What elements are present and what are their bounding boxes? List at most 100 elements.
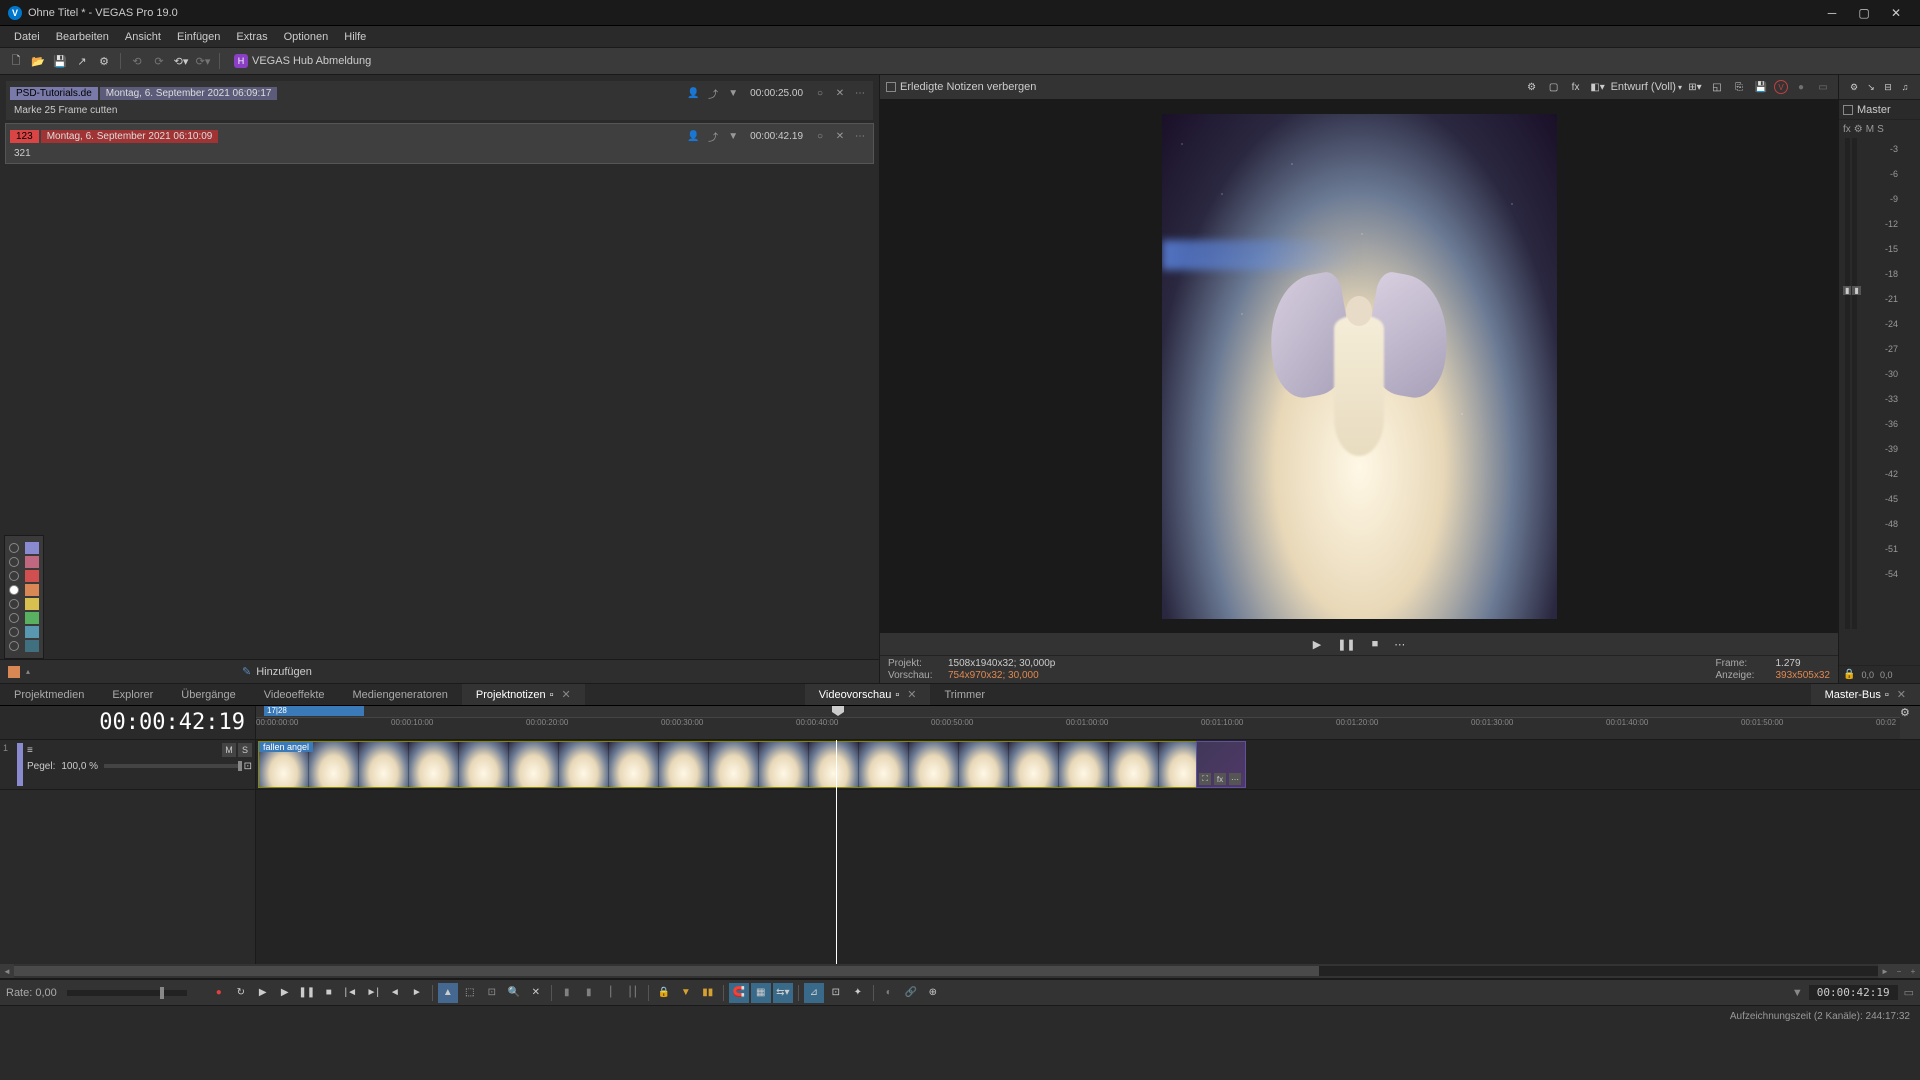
- go-end-button[interactable]: ►|: [363, 983, 383, 1003]
- menu-optionen[interactable]: Optionen: [276, 29, 337, 45]
- meter-gear-icon[interactable]: ⚙: [1847, 80, 1861, 94]
- region-button[interactable]: ▮▮: [698, 983, 718, 1003]
- track-fx-icon[interactable]: ⊡: [244, 761, 252, 772]
- preview-fx-icon[interactable]: fx: [1567, 78, 1585, 96]
- meter-out-icon[interactable]: ⊟: [1881, 80, 1895, 94]
- tab-explorer[interactable]: Explorer: [98, 684, 167, 705]
- ignore-event-button[interactable]: ⊡: [826, 983, 846, 1003]
- next-frame-button[interactable]: ►: [407, 983, 427, 1003]
- tab-projektnotizen[interactable]: Projektnotizen ▫✕: [462, 684, 585, 705]
- note-marker-icon[interactable]: ▼: [724, 84, 742, 102]
- record-button[interactable]: ●: [209, 983, 229, 1003]
- color-option-radio[interactable]: [9, 599, 19, 609]
- note-link-icon[interactable]: ⤴: [704, 84, 722, 102]
- close-button[interactable]: ✕: [1880, 3, 1912, 23]
- lock-button[interactable]: 🔒: [654, 983, 674, 1003]
- preview-save-icon[interactable]: 💾: [1752, 78, 1770, 96]
- open-project-icon[interactable]: 📂: [28, 51, 48, 71]
- note-delete-icon[interactable]: ✕: [831, 127, 849, 145]
- color-swatch[interactable]: [25, 626, 39, 638]
- flag-icon[interactable]: ▼: [1792, 987, 1803, 999]
- color-option-radio[interactable]: [9, 585, 19, 595]
- tab-mediengeneratoren[interactable]: Mediengeneratoren: [339, 684, 462, 705]
- maximize-button[interactable]: ▢: [1848, 3, 1880, 23]
- meter-scale[interactable]: ▮▮ -3-6-9-12-15-18-21-24-27-30-33-36-39-…: [1839, 138, 1920, 665]
- pin-icon[interactable]: ▫: [550, 689, 554, 701]
- rate-slider-knob[interactable]: [160, 987, 164, 999]
- color-dropdown-icon[interactable]: ▴: [26, 667, 30, 676]
- meter-mute-btn[interactable]: M: [1866, 124, 1874, 135]
- meter-mixer-icon[interactable]: ♫: [1898, 80, 1912, 94]
- color-option-radio[interactable]: [9, 557, 19, 567]
- minimize-button[interactable]: ─: [1816, 3, 1848, 23]
- rate-slider[interactable]: [67, 990, 187, 996]
- meter-fx-btn[interactable]: fx: [1843, 124, 1851, 135]
- menu-einfuegen[interactable]: Einfügen: [169, 29, 228, 45]
- note-user-icon[interactable]: 👤: [684, 127, 702, 145]
- color-option-radio[interactable]: [9, 627, 19, 637]
- preview-quality-dropdown[interactable]: Entwurf (Voll) ▾: [1611, 81, 1682, 93]
- preview-extra-icon[interactable]: ▭: [1814, 78, 1832, 96]
- tab-close-icon[interactable]: ✕: [562, 688, 571, 701]
- selection-tool[interactable]: ⬚: [460, 983, 480, 1003]
- pause-button[interactable]: ❚❚: [297, 983, 317, 1003]
- scrollbar-thumb[interactable]: [14, 966, 1319, 976]
- quantize-button[interactable]: ▦: [751, 983, 771, 1003]
- add-note-button[interactable]: ✎ Hinzufügen: [242, 665, 312, 678]
- color-swatch[interactable]: [25, 612, 39, 624]
- note-link-icon[interactable]: ⤴: [704, 127, 722, 145]
- menu-datei[interactable]: Datei: [6, 29, 48, 45]
- scroll-right-icon[interactable]: ►: [1878, 964, 1892, 978]
- tab-videoeffekte[interactable]: Videoeffekte: [250, 684, 339, 705]
- properties-icon[interactable]: ⚙: [94, 51, 114, 71]
- track-lanes[interactable]: fallen angel ⛶ fx ⋯: [256, 740, 1920, 964]
- layout-icon[interactable]: ▭: [1904, 986, 1914, 999]
- pin-icon[interactable]: ▫: [895, 689, 899, 701]
- play-button[interactable]: ▶: [275, 983, 295, 1003]
- link-button[interactable]: 🔗: [901, 983, 921, 1003]
- timeline-scrollbar[interactable]: ◄ ► − +: [0, 964, 1920, 978]
- meter-auto-btn[interactable]: ⚙: [1854, 124, 1863, 135]
- tab-videovorschau[interactable]: Videovorschau ▫✕: [805, 684, 931, 705]
- note-marker-icon[interactable]: ▼: [724, 127, 742, 145]
- go-start-button[interactable]: |◄: [341, 983, 361, 1003]
- loop-button[interactable]: ↻: [231, 983, 251, 1003]
- track-menu-icon[interactable]: ≡: [27, 745, 33, 756]
- color-swatch[interactable]: [25, 598, 39, 610]
- meter-dim-icon[interactable]: ↘: [1864, 80, 1878, 94]
- color-swatch[interactable]: [25, 542, 39, 554]
- preview-viewport[interactable]: [880, 100, 1838, 633]
- composite-button[interactable]: ◐: [879, 983, 899, 1003]
- menu-ansicht[interactable]: Ansicht: [117, 29, 169, 45]
- preview-copy-icon[interactable]: ⎘: [1730, 78, 1748, 96]
- timecode-display[interactable]: 00:00:42:19: [0, 706, 256, 739]
- extend-button[interactable]: ⊕: [923, 983, 943, 1003]
- render-icon[interactable]: ↗: [72, 51, 92, 71]
- clip-transition[interactable]: ⛶ fx ⋯: [1196, 741, 1246, 788]
- split-button[interactable]: ⎮: [601, 983, 621, 1003]
- color-option-radio[interactable]: [9, 571, 19, 581]
- normal-edit-tool[interactable]: ▲: [438, 983, 458, 1003]
- transition-crop-icon[interactable]: ⛶: [1199, 773, 1211, 785]
- zoom-out-icon[interactable]: −: [1892, 964, 1906, 978]
- preview-settings-icon[interactable]: ⚙: [1523, 78, 1541, 96]
- color-picker-popup[interactable]: [4, 535, 44, 659]
- zoom-tool[interactable]: ⊡: [482, 983, 502, 1003]
- track-lane[interactable]: fallen angel ⛶ fx ⋯: [256, 740, 1920, 790]
- playhead-line[interactable]: [836, 740, 837, 964]
- auto-edit-button[interactable]: ✦: [848, 983, 868, 1003]
- autoripple-button[interactable]: ⇆▾: [773, 983, 793, 1003]
- tab-trimmer[interactable]: Trimmer: [930, 684, 999, 705]
- transport-timecode[interactable]: 00:00:42:19: [1809, 985, 1898, 1000]
- trim-start-button[interactable]: ▮: [557, 983, 577, 1003]
- meter-box-icon[interactable]: [1843, 105, 1853, 115]
- color-swatch[interactable]: [25, 584, 39, 596]
- meter-solo-btn[interactable]: S: [1877, 124, 1884, 135]
- zoom-in-icon[interactable]: +: [1906, 964, 1920, 978]
- color-option-radio[interactable]: [9, 641, 19, 651]
- preview-split-icon[interactable]: ◧▾: [1589, 78, 1607, 96]
- play-start-button[interactable]: ▶: [253, 983, 273, 1003]
- note-item[interactable]: 123 Montag, 6. September 2021 06:10:09 👤…: [6, 124, 873, 163]
- redo-icon[interactable]: ⟳: [149, 51, 169, 71]
- lock-icon[interactable]: 🔒: [1843, 669, 1855, 680]
